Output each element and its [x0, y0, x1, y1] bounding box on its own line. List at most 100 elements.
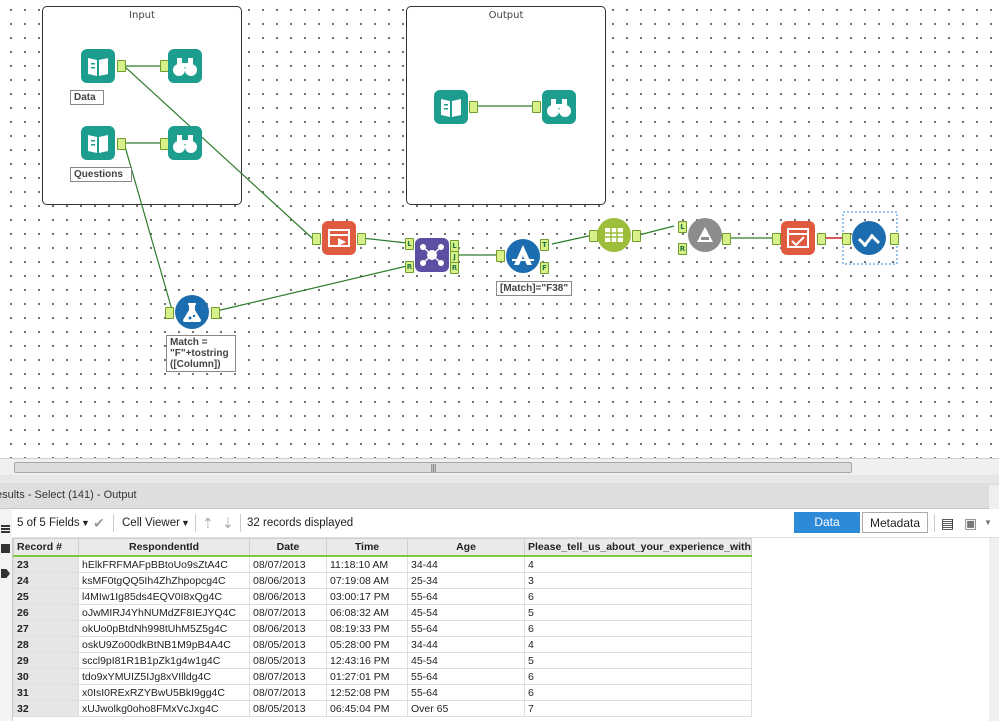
cell-respondentid[interactable]: oJwMIRJ4YhNUMdZF8IEJYQ4C: [78, 604, 250, 621]
table-row[interactable]: 23 hElkFRFMAFpBBtoUo9sZtA4C 08/07/2013 11:1…: [13, 555, 752, 573]
browse-tool-questions[interactable]: [168, 126, 202, 160]
input-data-tool-output[interactable]: [434, 90, 468, 124]
cell-age[interactable]: 34-44: [407, 636, 525, 653]
cell-age[interactable]: 55-64: [407, 668, 525, 685]
table-row[interactable]: 29 sccl9pI81R1B1pZk1g4w1g4C 08/05/2013 12:4…: [13, 652, 752, 669]
output-anchor[interactable]: [722, 233, 731, 245]
table-row[interactable]: 32 xUJwolkg0oho8FMxVcJxg4C 08/05/2013 06:45…: [13, 700, 752, 717]
join-tool[interactable]: [415, 238, 449, 272]
cell-experience[interactable]: 6: [524, 588, 752, 605]
output-anchor[interactable]: [632, 230, 641, 242]
cell-age[interactable]: 25-34: [407, 572, 525, 589]
input-anchor[interactable]: [772, 233, 781, 245]
cell-time[interactable]: 01:27:01 PM: [326, 668, 408, 685]
cell-date[interactable]: 08/05/2013: [249, 636, 327, 653]
table-row[interactable]: 25 l4MIw1Ig85ds4EQV0I8xQg4C 08/06/2013 03:0…: [13, 588, 752, 605]
filter-false-anchor[interactable]: F: [540, 262, 549, 274]
cell-respondentid[interactable]: sccl9pI81R1B1pZk1g4w1g4C: [78, 652, 250, 669]
input-data-tool-questions[interactable]: [81, 126, 115, 160]
output-anchor[interactable]: [469, 101, 478, 113]
join-right-anchor[interactable]: R: [405, 261, 414, 273]
cell-respondentid[interactable]: okUo0pBtdNh998tUhM5Z5g4C: [78, 620, 250, 637]
browse-tool-output[interactable]: [542, 90, 576, 124]
cell-date[interactable]: 08/06/2013: [249, 572, 327, 589]
transpose-tool[interactable]: [322, 221, 356, 255]
cell-date[interactable]: 08/07/2013: [249, 668, 327, 685]
input-anchor[interactable]: [532, 101, 541, 113]
column-header-record[interactable]: Record #: [13, 538, 79, 557]
cell-date[interactable]: 08/06/2013: [249, 588, 327, 605]
cell-date[interactable]: 08/07/2013: [249, 555, 327, 573]
list-icon[interactable]: [1, 525, 10, 533]
output-data-tool[interactable]: [852, 221, 886, 255]
cell-time[interactable]: 06:45:04 PM: [326, 700, 408, 717]
cell-experience[interactable]: 4: [524, 555, 752, 573]
cell-experience[interactable]: 5: [524, 604, 752, 621]
input-anchor[interactable]: [165, 307, 174, 319]
cell-age[interactable]: 34-44: [407, 555, 525, 573]
cell-experience[interactable]: 7: [524, 700, 752, 717]
fields-selector[interactable]: 5 of 5 Fields: [17, 509, 80, 537]
input-anchor[interactable]: [842, 233, 851, 245]
cell-respondentid[interactable]: ksMF0tgQQ5Ih4ZhZhpopcg4C: [78, 572, 250, 589]
copy-icon[interactable]: ▤: [941, 509, 954, 537]
input-anchor[interactable]: [312, 233, 321, 245]
cell-time[interactable]: 11:18:10 AM: [326, 555, 408, 573]
cell-date[interactable]: 08/06/2013: [249, 620, 327, 637]
tag-icon[interactable]: [1, 569, 10, 578]
cell-respondentid[interactable]: tdo9xYMUIZ5IJg8xVIlldg4C: [78, 668, 250, 685]
scrollbar-thumb[interactable]: |||: [14, 462, 852, 473]
output-anchor[interactable]: [357, 233, 366, 245]
cell-time[interactable]: 05:28:00 PM: [326, 636, 408, 653]
column-header-age[interactable]: Age: [407, 538, 525, 557]
append-fields-tool[interactable]: [688, 218, 722, 252]
cell-respondentid[interactable]: hElkFRFMAFpBBtoUo9sZtA4C: [78, 555, 250, 573]
output-anchor[interactable]: [117, 60, 126, 72]
table-row[interactable]: 31 x0IsI0RExRZYBwU5BkI9gg4C 08/07/2013 12:5…: [13, 684, 752, 701]
column-header-experience[interactable]: Please_tell_us_about_your_experience_wit…: [524, 538, 752, 557]
cell-time[interactable]: 03:00:17 PM: [326, 588, 408, 605]
table-row[interactable]: 27 okUo0pBtdNh998tUhM5Z5g4C 08/06/2013 08:1…: [13, 620, 752, 637]
cell-experience[interactable]: 6: [524, 684, 752, 701]
workflow-canvas[interactable]: Input Output Data Questions Match = "F"+…: [0, 0, 999, 458]
append-target-anchor[interactable]: L: [678, 221, 687, 233]
arrow-up-icon[interactable]: ⇡: [202, 509, 214, 537]
cell-experience[interactable]: 3: [524, 572, 752, 589]
cell-date[interactable]: 08/07/2013: [249, 604, 327, 621]
chevron-down-icon[interactable]: ▼: [181, 509, 190, 537]
cell-age[interactable]: 45-54: [407, 604, 525, 621]
cell-age[interactable]: 55-64: [407, 588, 525, 605]
table-row[interactable]: 30 tdo9xYMUIZ5IJg8xVIlldg4C 08/07/2013 01:2…: [13, 668, 752, 685]
cell-age[interactable]: Over 65: [407, 700, 525, 717]
output-anchor[interactable]: [890, 233, 899, 245]
table-row[interactable]: 24 ksMF0tgQQ5Ih4ZhZhpopcg4C 08/06/2013 07:1…: [13, 572, 752, 589]
cell-date[interactable]: 08/05/2013: [249, 652, 327, 669]
select-tool-141[interactable]: [781, 221, 815, 255]
column-header-date[interactable]: Date: [249, 538, 327, 557]
square-icon[interactable]: [1, 544, 10, 553]
cell-age[interactable]: 55-64: [407, 684, 525, 701]
table-row[interactable]: 28 oskU9Zo00dkBtNB1M9pB4A4C 08/05/2013 05:2…: [13, 636, 752, 653]
save-icon[interactable]: ▣: [964, 509, 977, 537]
formula-tool[interactable]: [175, 295, 209, 329]
cell-experience[interactable]: 6: [524, 668, 752, 685]
table-row[interactable]: 26 oJwMIRJ4YhNUMdZF8IEJYQ4C 08/07/2013 06:0…: [13, 604, 752, 621]
cell-experience[interactable]: 4: [524, 636, 752, 653]
join-right-output-anchor[interactable]: R: [450, 262, 459, 274]
filter-tool[interactable]: [506, 239, 540, 273]
cell-age[interactable]: 45-54: [407, 652, 525, 669]
cell-age[interactable]: 55-64: [407, 620, 525, 637]
input-anchor[interactable]: [496, 250, 505, 262]
browse-tool-data[interactable]: [168, 49, 202, 83]
panel-splitter[interactable]: [0, 475, 999, 483]
output-anchor[interactable]: [117, 138, 126, 150]
cell-experience[interactable]: 5: [524, 652, 752, 669]
tab-data[interactable]: Data: [794, 512, 860, 533]
column-header-respondentid[interactable]: RespondentId: [78, 538, 250, 557]
cell-time[interactable]: 08:19:33 PM: [326, 620, 408, 637]
cell-respondentid[interactable]: xUJwolkg0oho8FMxVcJxg4C: [78, 700, 250, 717]
arrow-down-icon[interactable]: ⇣: [222, 509, 234, 537]
cell-respondentid[interactable]: x0IsI0RExRZYBwU5BkI9gg4C: [78, 684, 250, 701]
tab-metadata[interactable]: Metadata: [862, 512, 928, 533]
more-icon[interactable]: ▼: [984, 509, 992, 537]
